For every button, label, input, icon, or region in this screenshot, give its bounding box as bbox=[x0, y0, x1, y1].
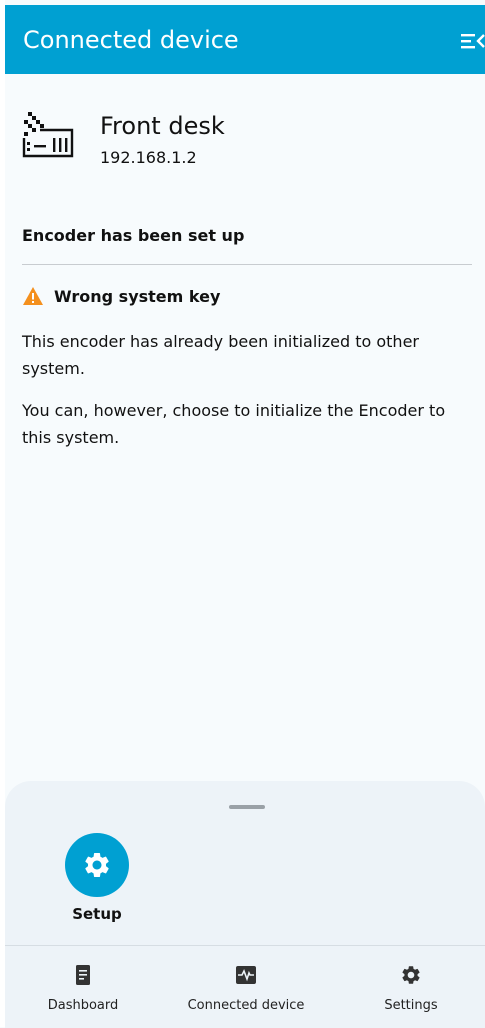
app-bar-title: Connected device bbox=[23, 26, 239, 54]
bottom-navigation: Dashboard Connected device Settings bbox=[5, 945, 485, 1028]
nav-settings[interactable]: Settings bbox=[351, 946, 471, 1028]
nav-dashboard[interactable]: Dashboard bbox=[23, 946, 143, 1028]
collapse-menu-icon[interactable] bbox=[459, 31, 485, 51]
activity-monitor-icon bbox=[236, 966, 256, 984]
warning-hint: You can, however, choose to initialize t… bbox=[22, 401, 446, 447]
warning-title: Wrong system key bbox=[54, 287, 221, 306]
encoder-device-icon bbox=[22, 112, 74, 158]
app-bar: Connected device bbox=[5, 5, 485, 74]
settings-gear-icon bbox=[402, 966, 420, 984]
nav-connected-device[interactable]: Connected device bbox=[176, 946, 316, 1028]
gear-icon bbox=[85, 853, 109, 877]
warning-message: This encoder has already been initialize… bbox=[22, 332, 419, 378]
nav-settings-label: Settings bbox=[384, 998, 438, 1013]
device-name: Front desk bbox=[100, 112, 225, 140]
warning-icon bbox=[23, 287, 43, 305]
setup-status: Encoder has been set up bbox=[22, 226, 245, 245]
bottom-sheet: Setup bbox=[5, 781, 485, 945]
setup-button[interactable] bbox=[65, 833, 129, 897]
drag-handle[interactable] bbox=[229, 805, 265, 809]
divider bbox=[22, 264, 472, 265]
document-icon bbox=[76, 965, 90, 985]
warning-header: Wrong system key bbox=[22, 286, 462, 308]
nav-connected-device-label: Connected device bbox=[187, 998, 305, 1013]
device-ip: 192.168.1.2 bbox=[100, 148, 197, 167]
nav-dashboard-label: Dashboard bbox=[47, 998, 119, 1013]
device-header: Front desk 192.168.1.2 bbox=[22, 112, 462, 172]
setup-label[interactable]: Setup bbox=[57, 905, 137, 923]
